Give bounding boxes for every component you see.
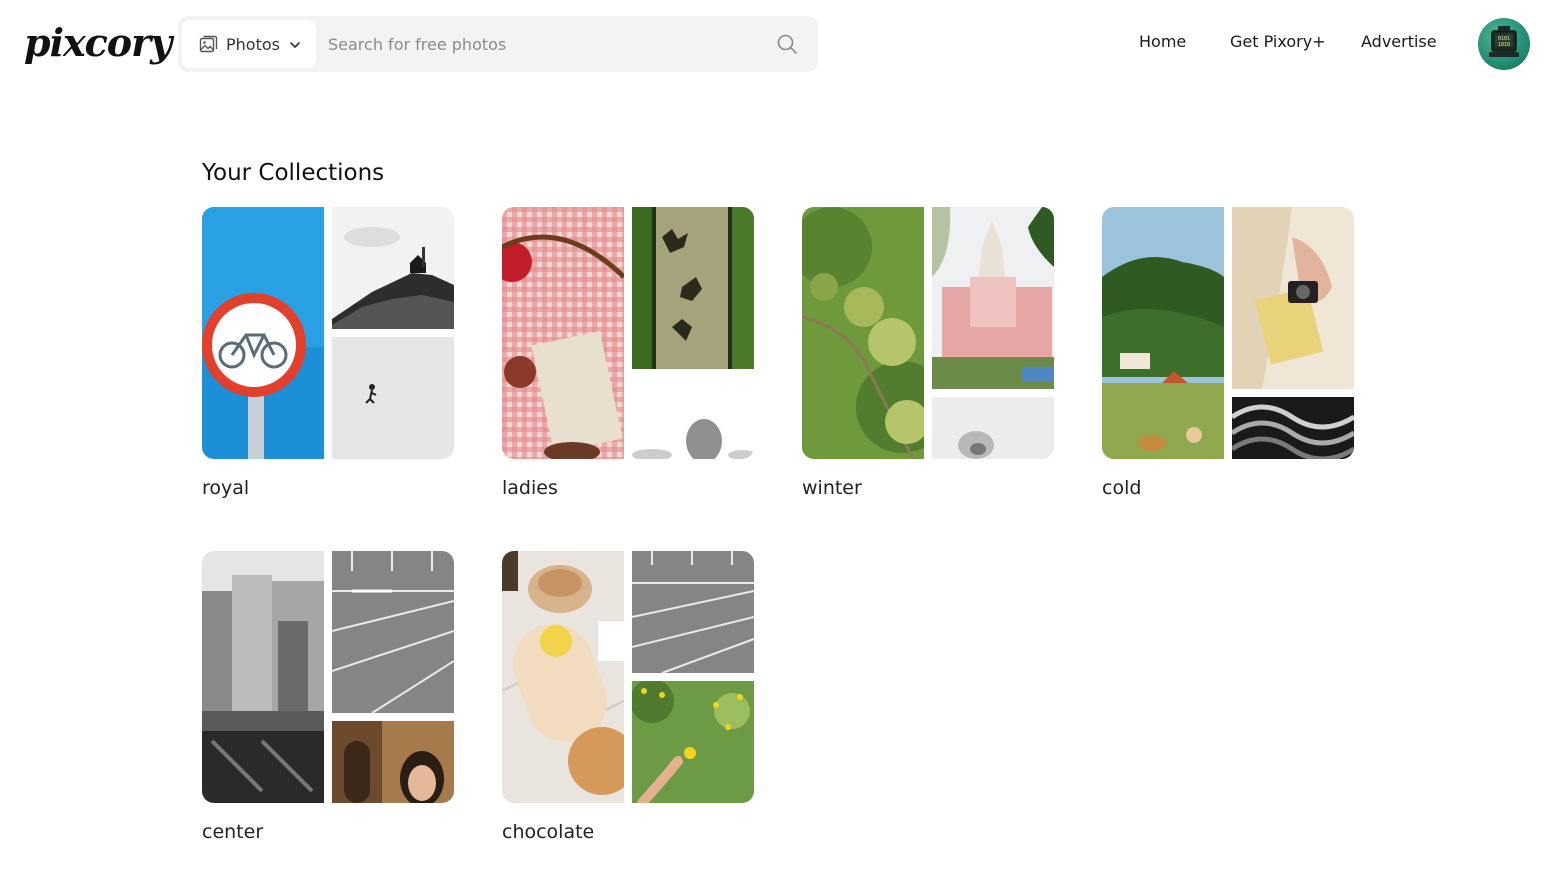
- photo-bw-waves: [1232, 397, 1354, 459]
- computer-avatar-icon: 0101 1010: [1489, 26, 1519, 57]
- photo-lighthouse-hill: [332, 207, 454, 329]
- top-bar: pixcory Photos Search for free photos Ho…: [0, 0, 1558, 88]
- photo-leaf-shadow-tree: [632, 207, 754, 369]
- chevron-down-icon: [288, 37, 302, 51]
- nav-get-pixory-plus-link[interactable]: Get Pixory+: [1230, 32, 1326, 51]
- photo-green-berries: [802, 207, 924, 459]
- search-input[interactable]: [328, 20, 768, 68]
- search-icon[interactable]: [776, 33, 798, 55]
- user-avatar[interactable]: 0101 1010: [1478, 18, 1530, 70]
- collection-card-center[interactable]: center: [202, 551, 454, 851]
- photo-bicycle-sign: [202, 207, 324, 459]
- photo-pink-temple: [932, 207, 1054, 389]
- page-title: Your Collections: [202, 160, 385, 186]
- collection-mosaic: [502, 551, 754, 803]
- collection-title: royal: [202, 477, 250, 499]
- nav-advertise-link[interactable]: Advertise: [1361, 32, 1437, 51]
- media-type-label: Photos: [226, 34, 280, 54]
- collection-mosaic: [502, 207, 754, 459]
- collection-card-cold[interactable]: cold: [1102, 207, 1354, 507]
- collection-mosaic: [802, 207, 1054, 459]
- photo-person-snow: [332, 337, 454, 459]
- collection-title: cold: [1102, 477, 1142, 499]
- photo-green-hills-village: [1102, 207, 1224, 459]
- photo-woman-portrait: [332, 721, 454, 803]
- photo-parking-lot-lines: [332, 551, 454, 713]
- collection-title: center: [202, 821, 264, 843]
- photo-picnic-cloth: [502, 207, 624, 459]
- collection-title: chocolate: [502, 821, 595, 843]
- photo-parking-lot-lines: [632, 551, 754, 673]
- collection-title: ladies: [502, 477, 558, 499]
- photo-blurred-figure: [632, 377, 754, 459]
- image-icon: [198, 34, 218, 54]
- logo-wordmark: pixcory: [24, 20, 172, 65]
- photo-cafe-table-dessert: [502, 551, 624, 803]
- nav-home-link[interactable]: Home: [1139, 32, 1186, 51]
- collection-card-winter[interactable]: winter: [802, 207, 1054, 507]
- collection-card-chocolate[interactable]: chocolate: [502, 551, 754, 851]
- pixory-logo[interactable]: pixcory: [24, 14, 172, 72]
- photo-bw-sketch: [932, 397, 1054, 459]
- search-bar: Photos: [178, 16, 818, 72]
- collection-title: winter: [802, 477, 862, 499]
- photo-hands-camera: [1232, 207, 1354, 389]
- collection-card-royal[interactable]: royal: [202, 207, 454, 507]
- collection-mosaic: [202, 551, 454, 803]
- collection-card-ladies[interactable]: ladies: [502, 207, 754, 507]
- collection-mosaic: [1102, 207, 1354, 459]
- photo-yellow-flowers-hand: [632, 681, 754, 803]
- svg-text:1010: 1010: [1498, 42, 1510, 48]
- collection-mosaic: [202, 207, 454, 459]
- media-type-dropdown[interactable]: Photos: [182, 20, 316, 68]
- photo-bw-city-buildings: [202, 551, 324, 803]
